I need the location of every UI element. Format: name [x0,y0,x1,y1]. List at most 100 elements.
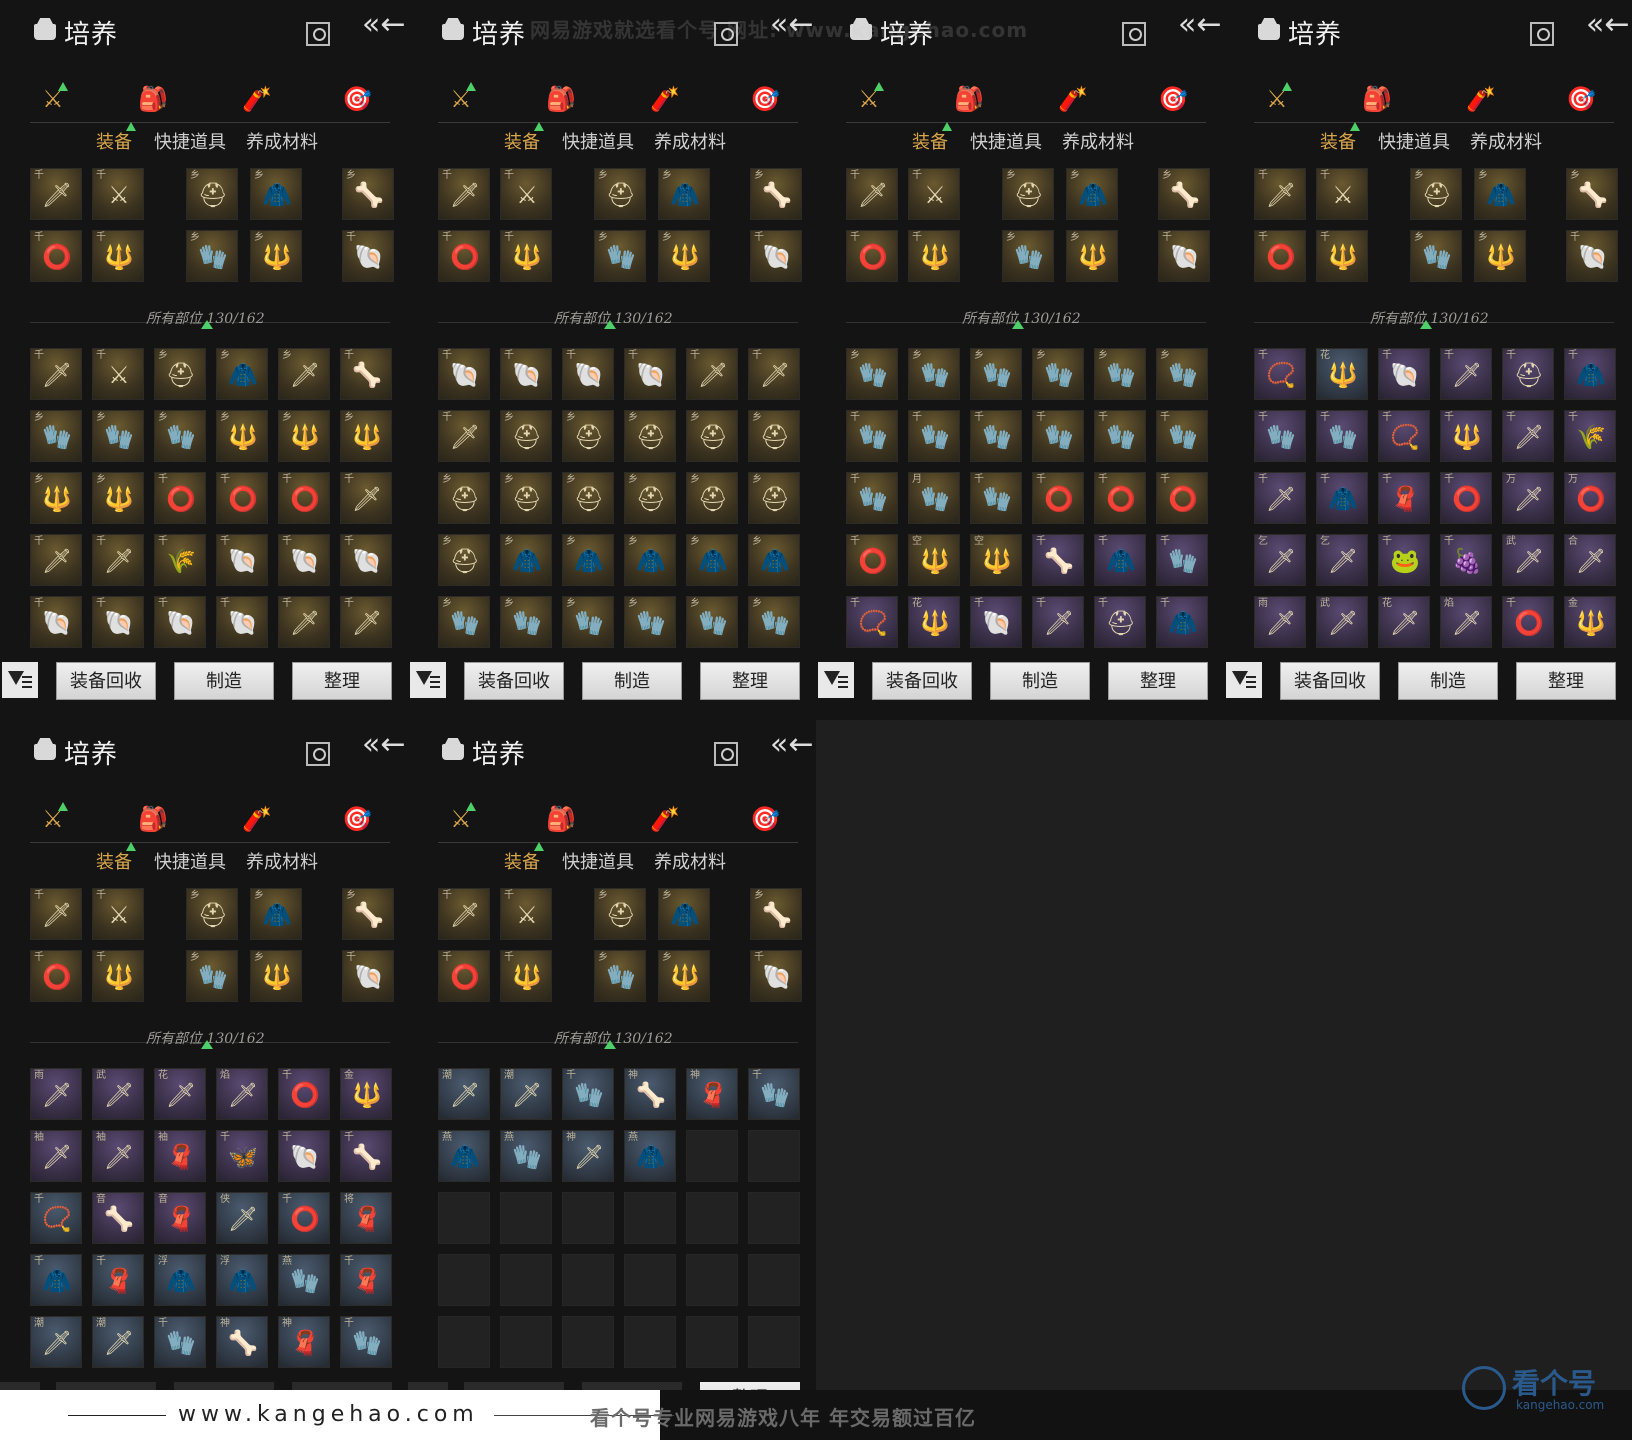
item-slot[interactable]: 乡 🧤 [908,348,960,400]
item-slot[interactable]: 乡 🧥 [500,534,552,586]
tab-equipment[interactable]: 装备 [912,128,948,154]
medal-category-icon[interactable]: 🎯 [1158,84,1188,114]
item-slot[interactable]: 潮 🗡 [500,1068,552,1120]
item-slot[interactable]: 千 🌾 [1564,410,1616,462]
item-slot[interactable]: 千 🧥 [1156,596,1208,648]
item-slot[interactable]: 千 🗡 [30,888,82,940]
item-slot[interactable]: 千 ⛑ [1094,596,1146,648]
item-slot[interactable]: 乡 ⛑ [1002,168,1054,220]
item-slot[interactable]: 千 ⭕ [278,1192,330,1244]
item-slot[interactable]: 千 🗡 [438,168,490,220]
medal-category-icon[interactable]: 🎯 [1566,84,1596,114]
item-slot[interactable]: 千 ⭕ [278,1068,330,1120]
item-slot[interactable]: 乡 🔱 [1066,230,1118,282]
item-slot[interactable]: 乡 🧤 [500,596,552,648]
item-slot[interactable]: 乡 ⛑ [562,472,614,524]
item-slot[interactable]: 乡 🧤 [846,348,898,400]
item-slot[interactable]: 袖 🗡 [92,1130,144,1182]
item-slot[interactable]: 千 🧣 [340,1254,392,1306]
back-arrow-icon[interactable]: «← [362,730,406,760]
item-slot[interactable]: 金 🔱 [1564,596,1616,648]
item-slot[interactable]: 乡 🧤 [594,950,646,1002]
item-slot[interactable]: 千 🐚 [340,534,392,586]
item-slot[interactable]: 千 🔱 [500,950,552,1002]
tab-quick-items[interactable]: 快捷道具 [562,128,634,154]
tab-materials[interactable]: 养成材料 [246,128,318,154]
tab-equipment[interactable]: 装备 [96,128,132,154]
craft-button[interactable]: 制造 [582,662,682,700]
item-slot[interactable]: 千 🗡 [1440,348,1492,400]
craft-button[interactable]: 制造 [174,662,274,700]
item-slot[interactable]: 乡 🗡 [278,348,330,400]
bag-category-icon[interactable]: 🎒 [546,804,576,834]
item-slot[interactable]: 乡 ⛑ [1410,168,1462,220]
item-slot[interactable]: 千 🐚 [750,230,802,282]
item-slot[interactable]: 雨 🗡 [30,1068,82,1120]
bag-category-icon[interactable]: 🎒 [138,804,168,834]
item-slot[interactable]: 燕 🧤 [278,1254,330,1306]
item-slot[interactable]: 乡 🧤 [30,410,82,462]
item-slot[interactable]: 千 🧤 [846,410,898,462]
item-slot[interactable]: 乡 🦴 [342,168,394,220]
item-slot[interactable]: 乡 🔱 [658,950,710,1002]
scroll-category-icon[interactable]: 🧨 [242,84,272,114]
item-slot[interactable]: 千 🧤 [1094,410,1146,462]
item-slot[interactable]: 乡 ⛑ [748,410,800,462]
item-slot[interactable]: 乡 🧥 [748,534,800,586]
item-slot[interactable]: 千 🍇 [1440,534,1492,586]
item-slot[interactable]: 乡 🦴 [1566,168,1618,220]
back-arrow-icon[interactable]: «← [1586,10,1630,40]
bag-category-icon[interactable]: 🎒 [954,84,984,114]
item-slot[interactable]: 千 ⭕ [30,950,82,1002]
item-slot[interactable]: 花 🗡 [1378,596,1430,648]
item-slot[interactable]: 乡 🧥 [658,888,710,940]
tab-equipment[interactable]: 装备 [1320,128,1356,154]
item-slot[interactable]: 千 🔱 [92,230,144,282]
item-slot[interactable]: 千 🧤 [340,1316,392,1368]
scroll-category-icon[interactable]: 🧨 [1058,84,1088,114]
item-slot[interactable]: 乡 🦴 [750,888,802,940]
search-icon[interactable] [306,742,330,766]
tab-materials[interactable]: 养成材料 [1062,128,1134,154]
item-slot[interactable]: 千 🐚 [30,596,82,648]
item-slot[interactable]: 乡 ⛑ [686,472,738,524]
item-slot[interactable]: 千 🗡 [278,596,330,648]
item-slot[interactable]: 千 🗡 [30,534,82,586]
item-slot[interactable]: 千 🐚 [278,1130,330,1182]
item-slot[interactable]: 空 🔱 [970,534,1022,586]
recycle-button[interactable]: 装备回收 [56,662,156,700]
item-slot[interactable]: 千 🐸 [1378,534,1430,586]
medal-category-icon[interactable]: 🎯 [750,804,780,834]
item-slot[interactable]: 燕 🧥 [438,1130,490,1182]
item-slot[interactable]: 浮 🧥 [154,1254,206,1306]
item-slot[interactable]: 将 🧣 [340,1192,392,1244]
item-slot[interactable]: 千 📿 [30,1192,82,1244]
item-slot[interactable]: 千 🧤 [1032,410,1084,462]
item-slot[interactable]: 乡 🧥 [250,888,302,940]
item-slot[interactable]: 神 🧣 [686,1068,738,1120]
item-slot[interactable]: 千 🧣 [1378,472,1430,524]
item-slot[interactable]: 乡 🦴 [750,168,802,220]
item-slot[interactable]: 千 ⭕ [438,230,490,282]
item-slot[interactable]: 千 🗡 [30,348,82,400]
item-slot[interactable]: 千 🧥 [1094,534,1146,586]
scroll-category-icon[interactable]: 🧨 [650,84,680,114]
item-slot[interactable]: 乡 ⛑ [562,410,614,462]
item-slot[interactable]: 千 🦴 [1032,534,1084,586]
item-slot[interactable]: 千 🧤 [1254,410,1306,462]
item-slot[interactable]: 乡 🧤 [186,230,238,282]
item-slot[interactable]: 万 ⭕ [1564,472,1616,524]
item-slot[interactable]: 千 ⭕ [1156,472,1208,524]
item-slot[interactable]: 乡 🔱 [216,410,268,462]
sort-button[interactable]: 整理 [1516,662,1616,700]
item-slot[interactable]: 千 ⚔ [908,168,960,220]
item-slot[interactable]: 袖 🧣 [154,1130,206,1182]
item-slot[interactable]: 神 🗡 [562,1130,614,1182]
tab-equipment[interactable]: 装备 [504,848,540,874]
medal-category-icon[interactable]: 🎯 [342,84,372,114]
item-slot[interactable]: 乡 🧤 [1156,348,1208,400]
item-slot[interactable]: 神 🦴 [624,1068,676,1120]
item-slot[interactable]: 乡 🔱 [92,472,144,524]
item-slot[interactable]: 潮 🗡 [92,1316,144,1368]
medal-category-icon[interactable]: 🎯 [750,84,780,114]
